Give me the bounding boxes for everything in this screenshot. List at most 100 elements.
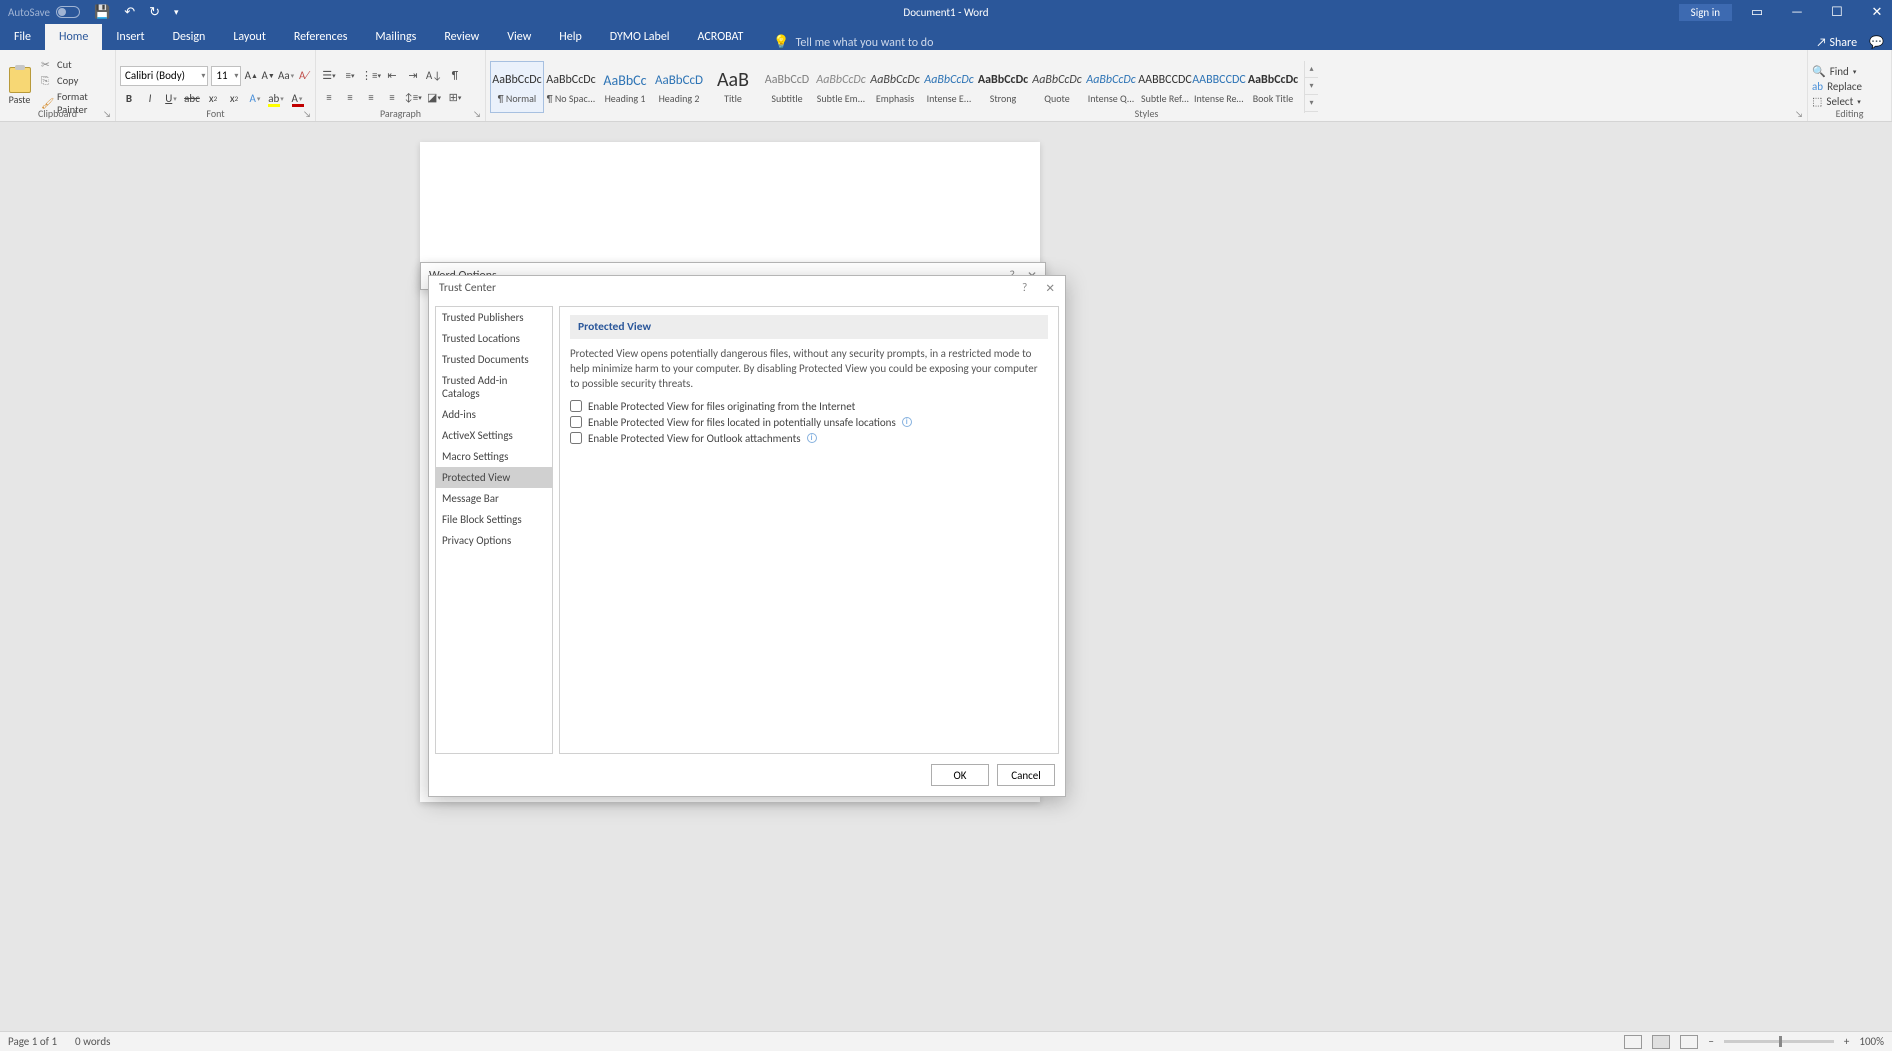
text-effects-button[interactable]: A▾: [246, 90, 264, 108]
zoom-out-icon[interactable]: −: [1708, 1035, 1713, 1048]
italic-button[interactable]: I: [141, 90, 159, 108]
zoom-slider[interactable]: [1724, 1040, 1834, 1043]
tab-file[interactable]: File: [0, 24, 45, 50]
sort-button[interactable]: A↓: [425, 67, 443, 85]
decrease-indent-button[interactable]: ⇤: [383, 67, 401, 85]
strikethrough-button[interactable]: abc: [183, 90, 201, 108]
clipboard-launcher-icon[interactable]: ↘: [103, 109, 111, 120]
save-icon[interactable]: 💾: [94, 5, 110, 20]
autosave-toggle[interactable]: AutoSave: [8, 6, 80, 19]
web-layout-icon[interactable]: [1680, 1035, 1698, 1049]
undo-icon[interactable]: ↶: [124, 5, 135, 20]
style-tile[interactable]: AABBCCDCSubtle Ref...: [1138, 61, 1192, 113]
increase-indent-button[interactable]: ⇥: [404, 67, 422, 85]
ribbon-display-icon[interactable]: ▭: [1742, 5, 1772, 20]
borders-button[interactable]: ⊞▾: [446, 89, 464, 107]
trust-center-nav-item[interactable]: Privacy Options: [436, 530, 552, 551]
align-center-button[interactable]: ≡: [341, 89, 359, 107]
trust-center-nav-item[interactable]: Message Bar: [436, 488, 552, 509]
maximize-icon[interactable]: ☐: [1822, 5, 1852, 20]
tab-review[interactable]: Review: [430, 24, 493, 50]
font-launcher-icon[interactable]: ↘: [303, 109, 311, 120]
show-marks-button[interactable]: ¶: [446, 67, 464, 85]
tab-design[interactable]: Design: [159, 24, 220, 50]
grow-font-button[interactable]: A▲: [244, 67, 258, 85]
trust-center-nav-item[interactable]: Add-ins: [436, 404, 552, 425]
numbering-button[interactable]: ≡▾: [341, 67, 359, 85]
style-tile[interactable]: AaBbCcDcIntense Q...: [1084, 61, 1138, 113]
style-tile[interactable]: AaBbCcDHeading 2: [652, 61, 706, 113]
tab-help[interactable]: Help: [545, 24, 596, 50]
close-icon[interactable]: ✕: [1862, 5, 1892, 20]
trust-center-nav-item[interactable]: ActiveX Settings: [436, 425, 552, 446]
line-spacing-button[interactable]: ↕≡▾: [404, 89, 422, 107]
trust-center-nav-item[interactable]: Trusted Documents: [436, 349, 552, 370]
style-tile[interactable]: AaBbCcDSubtitle: [760, 61, 814, 113]
info-icon[interactable]: i: [902, 417, 912, 427]
style-tile[interactable]: AaBbCcDcIntense E...: [922, 61, 976, 113]
word-count[interactable]: 0 words: [75, 1035, 110, 1048]
style-tile[interactable]: AaBbCcDcStrong: [976, 61, 1030, 113]
comments-icon[interactable]: 💬: [1869, 35, 1884, 50]
styles-up-icon[interactable]: ▴: [1305, 61, 1318, 78]
read-mode-icon[interactable]: [1624, 1035, 1642, 1049]
cancel-button[interactable]: Cancel: [997, 764, 1055, 786]
font-name-combo[interactable]: Calibri (Body)▾: [120, 66, 208, 86]
find-button[interactable]: 🔍Find ▾: [1812, 65, 1862, 78]
qat-customize-icon[interactable]: ▾: [174, 7, 179, 18]
tab-insert[interactable]: Insert: [102, 24, 158, 50]
subscript-button[interactable]: x2: [204, 90, 222, 108]
trust-center-nav-item[interactable]: Trusted Publishers: [436, 307, 552, 328]
justify-button[interactable]: ≡: [383, 89, 401, 107]
style-tile[interactable]: AaBbCcDc¶ Normal: [490, 61, 544, 113]
trust-center-nav-item[interactable]: Macro Settings: [436, 446, 552, 467]
signin-button[interactable]: Sign in: [1679, 4, 1732, 21]
trust-center-nav-item[interactable]: File Block Settings: [436, 509, 552, 530]
bullets-button[interactable]: ☰▾: [320, 67, 338, 85]
trust-center-nav-item[interactable]: Protected View: [436, 467, 552, 488]
check-unsafe-box[interactable]: [570, 416, 582, 428]
multilevel-button[interactable]: ⋮≡▾: [362, 67, 380, 85]
page-indicator[interactable]: Page 1 of 1: [8, 1035, 57, 1048]
info-icon[interactable]: i: [807, 433, 817, 443]
align-right-button[interactable]: ≡: [362, 89, 380, 107]
shrink-font-button[interactable]: A▼: [261, 67, 275, 85]
zoom-in-icon[interactable]: +: [1844, 1035, 1849, 1048]
tab-references[interactable]: References: [280, 24, 362, 50]
zoom-level[interactable]: 100%: [1859, 1035, 1884, 1048]
trust-center-help-icon[interactable]: ?: [1022, 281, 1027, 296]
font-size-combo[interactable]: 11▾: [211, 66, 241, 86]
font-color-button[interactable]: A▾: [288, 90, 306, 108]
style-tile[interactable]: AaBbCcDcEmphasis: [868, 61, 922, 113]
tab-acrobat[interactable]: ACROBAT: [684, 24, 758, 50]
superscript-button[interactable]: x2: [225, 90, 243, 108]
highlight-button[interactable]: ab▾: [267, 90, 285, 108]
style-tile[interactable]: AABBCCDCIntense Re...: [1192, 61, 1246, 113]
align-left-button[interactable]: ≡: [320, 89, 338, 107]
minimize-icon[interactable]: —: [1782, 5, 1812, 20]
style-tile[interactable]: AaBbCcDcSubtle Em...: [814, 61, 868, 113]
ok-button[interactable]: OK: [931, 764, 989, 786]
trust-center-nav-item[interactable]: Trusted Add-in Catalogs: [436, 370, 552, 404]
paragraph-launcher-icon[interactable]: ↘: [473, 109, 481, 120]
tab-view[interactable]: View: [493, 24, 545, 50]
check-unsafe-locations[interactable]: Enable Protected View for files located …: [570, 416, 1048, 429]
cut-button[interactable]: ✂Cut: [39, 57, 111, 72]
redo-icon[interactable]: ↻: [149, 5, 160, 20]
change-case-button[interactable]: Aa▾: [278, 67, 294, 85]
clear-formatting-button[interactable]: A⁄: [297, 67, 311, 85]
shading-button[interactable]: ◪▾: [425, 89, 443, 107]
style-tile[interactable]: AaBbCcDc¶ No Spac...: [544, 61, 598, 113]
tab-mailings[interactable]: Mailings: [361, 24, 430, 50]
trust-center-nav-item[interactable]: Trusted Locations: [436, 328, 552, 349]
check-outlook[interactable]: Enable Protected View for Outlook attach…: [570, 432, 1048, 445]
check-internet-box[interactable]: [570, 400, 582, 412]
trust-center-close-icon[interactable]: ✕: [1045, 281, 1055, 296]
styles-down-icon[interactable]: ▾: [1305, 78, 1318, 95]
check-internet[interactable]: Enable Protected View for files originat…: [570, 400, 1048, 413]
tellme-search[interactable]: 💡 Tell me what you want to do: [773, 35, 933, 50]
style-tile[interactable]: AaBbCcDcQuote: [1030, 61, 1084, 113]
copy-button[interactable]: ⎘Copy: [39, 73, 111, 88]
tab-dymo[interactable]: DYMO Label: [596, 24, 684, 50]
check-outlook-box[interactable]: [570, 432, 582, 444]
